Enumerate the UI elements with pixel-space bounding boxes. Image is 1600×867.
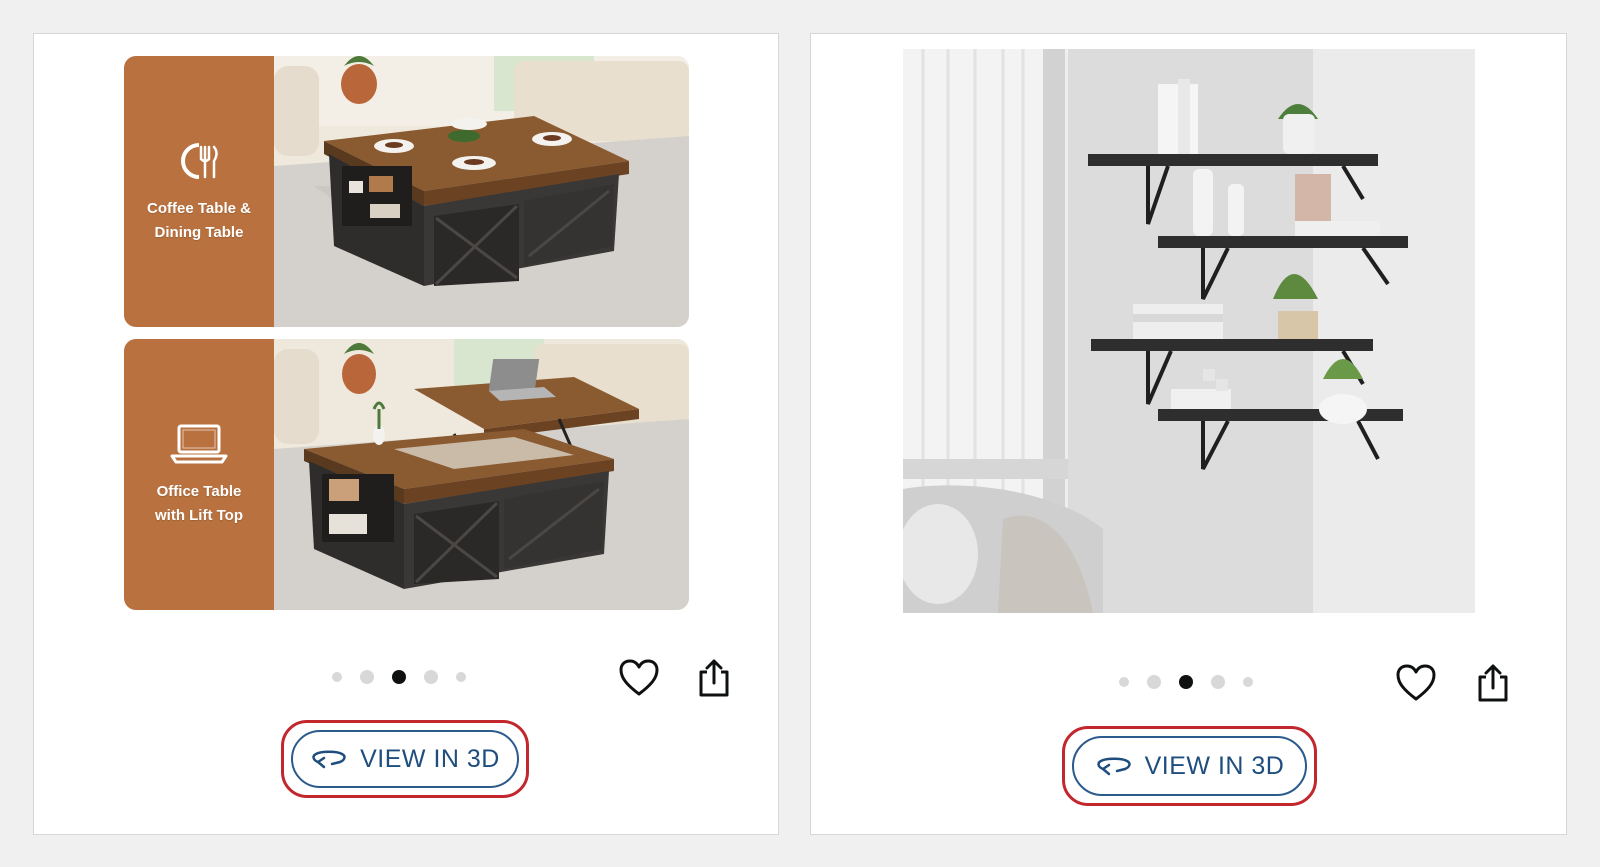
view-in-3d-label: VIEW IN 3D (1144, 751, 1285, 780)
share-button[interactable] (1471, 661, 1515, 705)
product-image-corner-shelf[interactable] (811, 34, 1568, 634)
share-icon (1478, 664, 1508, 702)
carousel-dot[interactable] (424, 670, 438, 684)
product-card-coffee-table: Coffee Table & Dining Table Office Table… (33, 33, 779, 835)
carousel-dot[interactable] (456, 672, 466, 682)
panel-label-line-1: Coffee Table & (147, 199, 251, 217)
corner-shelf-photo (903, 49, 1475, 613)
product-card-corner-shelf: VIEW IN 3D (810, 33, 1567, 835)
view-in-3d-button[interactable]: VIEW IN 3D (291, 730, 519, 788)
rotate-3d-icon (312, 750, 346, 769)
carousel-dot[interactable] (332, 672, 342, 682)
carousel-dot-active[interactable] (1179, 675, 1193, 689)
share-icon (699, 659, 729, 697)
panel-label-line-2: with Lift Top (154, 506, 244, 524)
wishlist-button[interactable] (617, 656, 661, 700)
rotate-3d-icon (1096, 757, 1131, 776)
carousel-dot[interactable] (1211, 675, 1225, 689)
panel-label-line-2: Dining Table (154, 223, 244, 241)
image-panel-office: Office Table with Lift Top (124, 339, 689, 610)
carousel-dot[interactable] (360, 670, 374, 684)
panel-label-office: Office Table with Lift Top (124, 339, 274, 610)
carousel-dot[interactable] (1147, 675, 1161, 689)
image-panel-dining: Coffee Table & Dining Table (124, 56, 689, 327)
view-in-3d-highlight: VIEW IN 3D (1062, 726, 1317, 806)
view-in-3d-label: VIEW IN 3D (360, 744, 500, 773)
view-in-3d-button[interactable]: VIEW IN 3D (1072, 736, 1307, 796)
carousel-dot-active[interactable] (392, 670, 406, 684)
heart-icon (619, 659, 659, 696)
image-carousel-dots (1119, 675, 1253, 689)
wishlist-button[interactable] (1394, 661, 1438, 705)
panel-label-line-1: Office Table (156, 482, 242, 500)
product-image-coffee-table[interactable]: Coffee Table & Dining Table Office Table… (34, 34, 780, 634)
heart-icon (1396, 664, 1436, 701)
carousel-dot[interactable] (1243, 677, 1253, 687)
utensils-icon (181, 142, 218, 179)
coffee-table-office-photo (274, 339, 689, 610)
carousel-dot[interactable] (1119, 677, 1129, 687)
laptop-icon (170, 424, 228, 463)
image-carousel-dots (332, 670, 466, 684)
coffee-table-dining-photo (274, 56, 689, 327)
share-button[interactable] (692, 656, 736, 700)
panel-label-dining: Coffee Table & Dining Table (124, 56, 274, 327)
view-in-3d-highlight: VIEW IN 3D (281, 720, 529, 798)
